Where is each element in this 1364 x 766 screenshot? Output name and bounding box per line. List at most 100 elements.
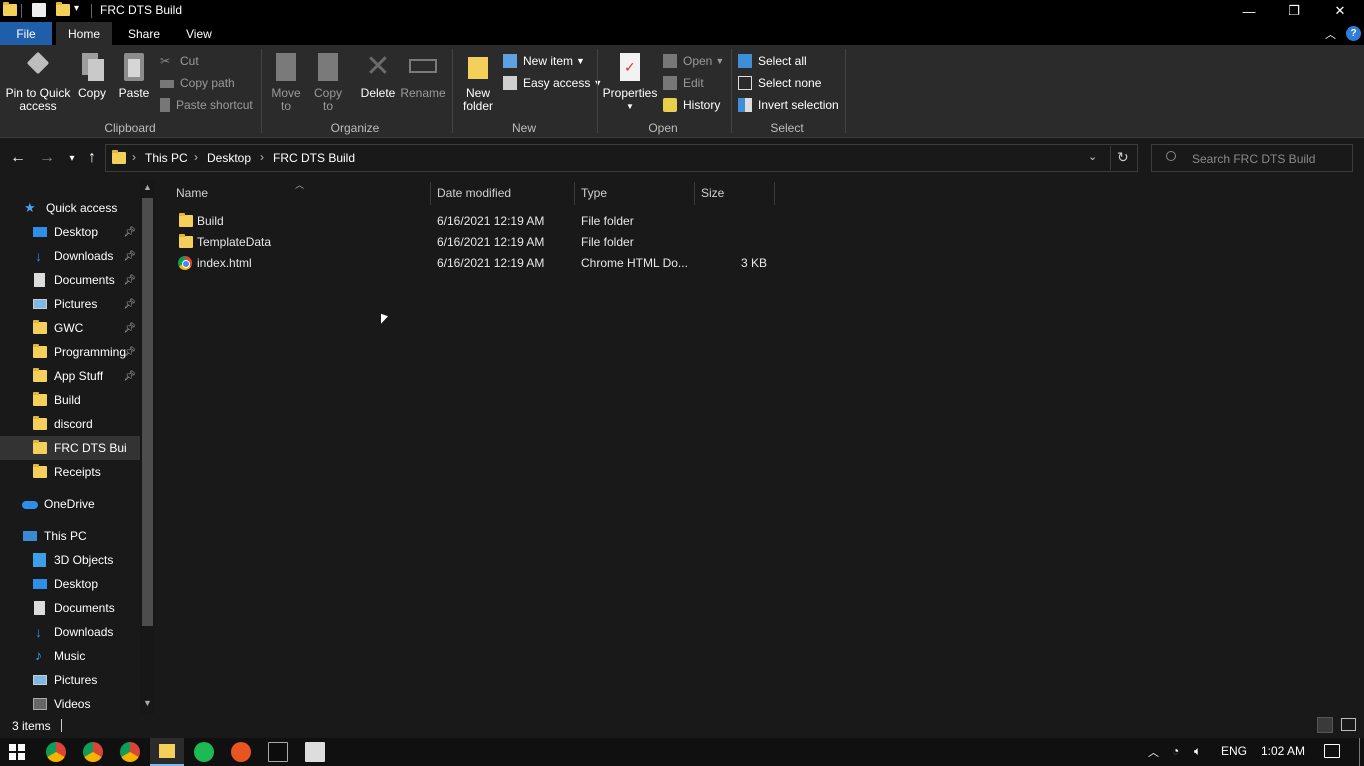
show-desktop-button[interactable] bbox=[1359, 738, 1360, 766]
rename-button[interactable]: Rename bbox=[400, 51, 446, 100]
sidebar-item-pc-pictures[interactable]: Pictures bbox=[0, 668, 140, 692]
breadcrumb-this-pc[interactable]: This PC bbox=[145, 151, 188, 165]
details-view-icon[interactable] bbox=[1317, 717, 1333, 733]
column-header-date-modified[interactable]: Date modified bbox=[437, 180, 573, 205]
clock[interactable]: 1:02 AM bbox=[1261, 744, 1305, 758]
copy-path-button[interactable]: Copy path bbox=[160, 73, 235, 93]
sidebar-item-desktop[interactable]: Desktop 📌︎ bbox=[0, 220, 140, 244]
sidebar-item-gwc[interactable]: GWC 📌︎ bbox=[0, 316, 140, 340]
delete-button[interactable]: ✕ Delete bbox=[358, 51, 398, 100]
windows-start-icon[interactable] bbox=[9, 744, 25, 760]
breadcrumb-desktop[interactable]: Desktop bbox=[207, 151, 251, 165]
properties-button[interactable]: ✓ Properties ▼ bbox=[602, 51, 658, 113]
column-separator[interactable] bbox=[574, 182, 575, 205]
wifi-icon[interactable]: ◔ bbox=[1172, 744, 1179, 758]
show-hidden-icons-icon[interactable]: ︿ bbox=[1148, 744, 1159, 760]
address-bar[interactable]: › This PC › Desktop › FRC DTS Build ⌄ ↻ bbox=[105, 144, 1138, 172]
close-button[interactable]: ✕ bbox=[1317, 0, 1363, 22]
up-arrow-icon[interactable]: ↑ bbox=[82, 148, 102, 168]
tab-home[interactable]: Home bbox=[56, 22, 113, 45]
remote-desktop-icon[interactable] bbox=[305, 742, 325, 762]
column-header-size[interactable]: Size bbox=[701, 180, 773, 205]
sidebar-item-quick-access[interactable]: ★ Quick access bbox=[0, 196, 140, 220]
sidebar-item-receipts[interactable]: Receipts bbox=[0, 460, 140, 484]
sidebar-item-pc-3d-objects[interactable]: 3D Objects bbox=[0, 548, 140, 572]
nav-scrollbar-thumb[interactable] bbox=[142, 198, 153, 626]
pin-icon[interactable]: 📌︎ bbox=[123, 299, 136, 310]
table-row[interactable]: index.html 6/16/2021 12:19 AM Chrome HTML … bbox=[176, 253, 776, 274]
notifications-icon[interactable] bbox=[1324, 744, 1340, 758]
spotify-icon[interactable] bbox=[194, 742, 214, 762]
minimize-button[interactable]: — bbox=[1226, 0, 1272, 22]
history-button[interactable]: History bbox=[663, 95, 720, 115]
large-icons-view-icon[interactable] bbox=[1341, 718, 1356, 731]
sidebar-item-discord[interactable]: discord bbox=[0, 412, 140, 436]
pin-icon[interactable]: 📌︎ bbox=[123, 347, 136, 358]
language-indicator[interactable]: ENG bbox=[1221, 744, 1247, 758]
column-separator[interactable] bbox=[694, 182, 695, 205]
collapse-ribbon-icon[interactable]: ︿ bbox=[1325, 26, 1336, 42]
sidebar-item-onedrive[interactable]: OneDrive bbox=[0, 492, 140, 516]
customize-quick-access-icon[interactable]: ▾ bbox=[74, 3, 79, 14]
ubuntu-icon[interactable] bbox=[231, 742, 251, 762]
pin-icon[interactable]: 📌︎ bbox=[123, 275, 136, 286]
sidebar-item-pc-desktop[interactable]: Desktop bbox=[0, 572, 140, 596]
sidebar-item-pc-downloads[interactable]: ↓ Downloads bbox=[0, 620, 140, 644]
sidebar-item-documents[interactable]: Documents 📌︎ bbox=[0, 268, 140, 292]
restore-button[interactable]: ❐ bbox=[1271, 0, 1317, 22]
scroll-up-icon[interactable]: ▲ bbox=[143, 182, 152, 192]
properties-icon[interactable] bbox=[32, 3, 46, 17]
new-folder-button[interactable]: New folder bbox=[458, 51, 498, 113]
open-button[interactable]: Open ▼ bbox=[663, 51, 724, 71]
breadcrumb-current[interactable]: FRC DTS Build bbox=[273, 151, 355, 165]
sidebar-item-build[interactable]: Build bbox=[0, 388, 140, 412]
table-row[interactable]: Build 6/16/2021 12:19 AM File folder bbox=[176, 211, 776, 232]
scroll-down-icon[interactable]: ▼ bbox=[143, 698, 152, 708]
column-header-name[interactable]: Name bbox=[176, 180, 430, 205]
sidebar-item-pictures[interactable]: Pictures 📌︎ bbox=[0, 292, 140, 316]
column-separator[interactable] bbox=[774, 182, 775, 205]
copy-button[interactable]: Copy bbox=[76, 51, 108, 100]
sidebar-item-this-pc[interactable]: This PC bbox=[0, 524, 140, 548]
tab-share[interactable]: Share bbox=[116, 22, 172, 45]
move-to-button[interactable]: Move to bbox=[268, 51, 304, 113]
back-arrow-icon[interactable]: ← bbox=[8, 148, 28, 168]
select-all-button[interactable]: Select all bbox=[738, 51, 807, 71]
command-prompt-icon[interactable] bbox=[268, 742, 288, 762]
forward-arrow-icon[interactable]: → bbox=[37, 148, 57, 168]
easy-access-button[interactable]: Easy access ▼ bbox=[503, 73, 602, 93]
sidebar-item-app-stuff[interactable]: App Stuff 📌︎ bbox=[0, 364, 140, 388]
sidebar-item-pc-documents[interactable]: Documents bbox=[0, 596, 140, 620]
tab-view[interactable]: View bbox=[174, 22, 224, 45]
chrome-icon[interactable] bbox=[83, 742, 103, 762]
sidebar-item-programming[interactable]: Programming 📌︎ bbox=[0, 340, 140, 364]
sidebar-item-pc-videos[interactable]: Videos bbox=[0, 692, 140, 714]
refresh-icon[interactable]: ↻ bbox=[1117, 149, 1129, 166]
sidebar-item-frc-dts-build[interactable]: FRC DTS Build bbox=[0, 436, 140, 460]
edit-button[interactable]: Edit bbox=[663, 73, 704, 93]
chrome-icon[interactable] bbox=[46, 742, 66, 762]
volume-icon[interactable]: 🔈︎ bbox=[1194, 744, 1201, 759]
cut-button[interactable]: ✂ Cut bbox=[160, 51, 199, 71]
chrome-icon[interactable] bbox=[120, 742, 140, 762]
file-explorer-taskbar-button[interactable] bbox=[150, 738, 184, 766]
pin-icon[interactable]: 📌︎ bbox=[123, 227, 136, 238]
new-item-button[interactable]: New item ▼ bbox=[503, 51, 585, 71]
pin-to-quick-access-button[interactable]: Pin to Quick access bbox=[4, 51, 72, 113]
sidebar-item-downloads[interactable]: ↓ Downloads 📌︎ bbox=[0, 244, 140, 268]
tab-file[interactable]: File bbox=[0, 22, 52, 45]
new-folder-icon[interactable] bbox=[55, 2, 70, 17]
paste-button[interactable]: Paste bbox=[116, 51, 152, 100]
copy-to-button[interactable]: Copy to bbox=[310, 51, 346, 113]
paste-shortcut-button[interactable]: Paste shortcut bbox=[160, 95, 253, 115]
pin-icon[interactable]: 📌︎ bbox=[123, 251, 136, 262]
recent-locations-chevron-icon[interactable]: ▾ bbox=[62, 148, 82, 168]
select-none-button[interactable]: Select none bbox=[738, 73, 821, 93]
sidebar-item-pc-music[interactable]: ♪ Music bbox=[0, 644, 140, 668]
help-icon[interactable]: ? bbox=[1346, 26, 1361, 41]
pin-icon[interactable]: 📌︎ bbox=[123, 323, 136, 334]
column-separator[interactable] bbox=[430, 182, 431, 205]
pin-icon[interactable]: 📌︎ bbox=[123, 371, 136, 382]
search-box[interactable]: Search FRC DTS Build bbox=[1151, 144, 1353, 172]
column-header-type[interactable]: Type bbox=[581, 180, 693, 205]
